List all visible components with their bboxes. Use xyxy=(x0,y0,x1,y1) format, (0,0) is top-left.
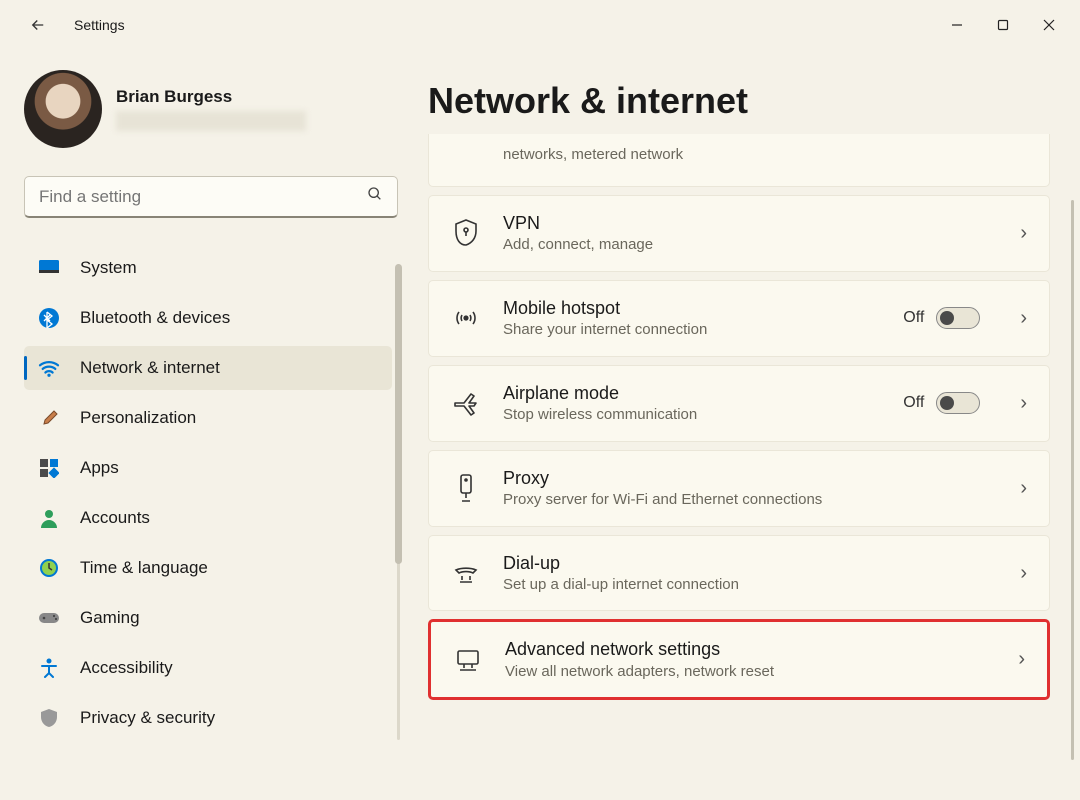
shield-icon xyxy=(38,707,60,729)
minimize-button[interactable] xyxy=(934,7,980,43)
nav: System Bluetooth & devices Network & int… xyxy=(24,246,410,740)
card-title: VPN xyxy=(503,212,980,235)
card-sub: Share your internet connection xyxy=(503,320,881,340)
profile-email xyxy=(116,111,306,131)
apps-icon xyxy=(38,457,60,479)
titlebar: Settings xyxy=(0,0,1080,50)
sidebar-item-accessibility[interactable]: Accessibility xyxy=(24,646,392,690)
back-button[interactable] xyxy=(20,7,56,43)
dialup-icon xyxy=(451,558,481,588)
bluetooth-icon xyxy=(38,307,60,329)
brush-icon xyxy=(38,407,60,429)
chevron-right-icon: › xyxy=(1020,222,1027,245)
maximize-button[interactable] xyxy=(980,7,1026,43)
adapter-icon xyxy=(453,645,483,675)
main-scroll-thumb[interactable] xyxy=(1071,200,1074,760)
chevron-right-icon: › xyxy=(1020,392,1027,415)
chevron-right-icon: › xyxy=(1020,477,1027,500)
nav-label: Accounts xyxy=(80,508,150,528)
avatar xyxy=(24,70,102,148)
nav-label: Network & internet xyxy=(80,358,220,378)
card-dialup[interactable]: Dial-up Set up a dial-up internet connec… xyxy=(428,535,1050,612)
card-sub: Stop wireless communication xyxy=(503,405,881,425)
card-sub: Proxy server for Wi-Fi and Ethernet conn… xyxy=(503,490,980,510)
main-content: Network & internet networks, metered net… xyxy=(410,50,1080,800)
card-title: Proxy xyxy=(503,467,980,490)
sidebar-item-network[interactable]: Network & internet xyxy=(24,346,392,390)
card-partial[interactable]: networks, metered network xyxy=(428,134,1050,187)
card-vpn[interactable]: VPN Add, connect, manage › xyxy=(428,195,1050,272)
close-button[interactable] xyxy=(1026,7,1072,43)
nav-label: Gaming xyxy=(80,608,140,628)
airplane-icon xyxy=(451,388,481,418)
sidebar-item-accounts[interactable]: Accounts xyxy=(24,496,392,540)
chevron-right-icon: › xyxy=(1020,307,1027,330)
nav-label: Apps xyxy=(80,458,119,478)
sidebar-item-bluetooth[interactable]: Bluetooth & devices xyxy=(24,296,392,340)
nav-label: System xyxy=(80,258,137,278)
nav-label: Accessibility xyxy=(80,658,173,678)
hotspot-toggle[interactable] xyxy=(936,307,980,329)
card-proxy[interactable]: Proxy Proxy server for Wi-Fi and Etherne… xyxy=(428,450,1050,527)
sidebar-item-privacy[interactable]: Privacy & security xyxy=(24,696,392,740)
profile-name: Brian Burgess xyxy=(116,87,306,107)
spacer-icon xyxy=(451,140,481,170)
sidebar-item-gaming[interactable]: Gaming xyxy=(24,596,392,640)
card-title: Advanced network settings xyxy=(505,638,978,661)
person-icon xyxy=(38,507,60,529)
hotspot-icon xyxy=(451,303,481,333)
nav-label: Personalization xyxy=(80,408,196,428)
window-title: Settings xyxy=(74,17,125,33)
sidebar-item-personalization[interactable]: Personalization xyxy=(24,396,392,440)
profile[interactable]: Brian Burgess xyxy=(24,70,410,148)
search-box[interactable] xyxy=(24,176,398,218)
page-title: Network & internet xyxy=(428,80,1050,122)
card-sub: networks, metered network xyxy=(503,145,1027,165)
wifi-icon xyxy=(38,357,60,379)
nav-label: Time & language xyxy=(80,558,208,578)
card-title: Mobile hotspot xyxy=(503,297,881,320)
nav-label: Bluetooth & devices xyxy=(80,308,230,328)
chevron-right-icon: › xyxy=(1020,562,1027,585)
proxy-icon xyxy=(451,473,481,503)
card-sub: Add, connect, manage xyxy=(503,235,980,255)
card-airplane[interactable]: Airplane mode Stop wireless communicatio… xyxy=(428,365,1050,442)
card-advanced-network[interactable]: Advanced network settings View all netwo… xyxy=(428,619,1050,700)
sidebar-scroll-thumb[interactable] xyxy=(395,264,402,564)
vpn-shield-icon xyxy=(451,218,481,248)
clock-icon xyxy=(38,557,60,579)
gamepad-icon xyxy=(38,607,60,629)
accessibility-icon xyxy=(38,657,60,679)
sidebar-item-time[interactable]: Time & language xyxy=(24,546,392,590)
card-sub: Set up a dial-up internet connection xyxy=(503,575,980,595)
card-hotspot[interactable]: Mobile hotspot Share your internet conne… xyxy=(428,280,1050,357)
toggle-label: Off xyxy=(903,394,924,412)
nav-label: Privacy & security xyxy=(80,708,215,728)
sidebar-item-system[interactable]: System xyxy=(24,246,392,290)
sidebar: Brian Burgess System Bluetooth & devices… xyxy=(0,50,410,800)
window-controls xyxy=(934,7,1072,43)
sidebar-item-apps[interactable]: Apps xyxy=(24,446,392,490)
toggle-label: Off xyxy=(903,309,924,327)
system-icon xyxy=(38,257,60,279)
chevron-right-icon: › xyxy=(1018,648,1025,671)
card-sub: View all network adapters, network reset xyxy=(505,662,978,682)
airplane-toggle[interactable] xyxy=(936,392,980,414)
search-icon xyxy=(367,186,383,207)
search-input[interactable] xyxy=(39,187,367,207)
card-title: Airplane mode xyxy=(503,382,881,405)
card-title: Dial-up xyxy=(503,552,980,575)
